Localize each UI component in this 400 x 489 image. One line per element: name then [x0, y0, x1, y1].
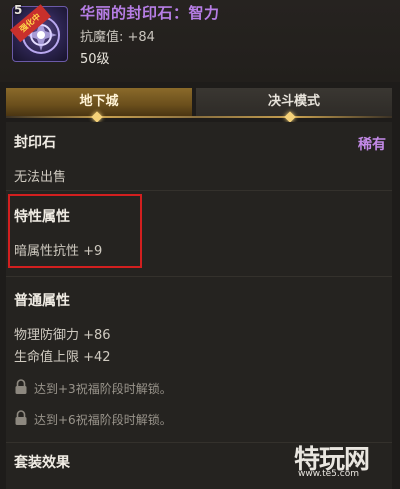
tab-underline	[6, 116, 392, 118]
lock-icon	[15, 410, 27, 425]
sell-note: 无法出售	[14, 170, 67, 185]
lock-icon	[15, 379, 27, 394]
item-header: 5 强化中 华丽的封印石：智力 抗魔值: +84 50级	[0, 0, 400, 82]
item-level-badge: 5	[14, 3, 23, 17]
tab-duel-mode[interactable]: 决斗模式	[196, 88, 392, 116]
divider	[6, 190, 392, 191]
item-category: 封印石	[14, 135, 56, 151]
normal-attributes-title: 普通属性	[14, 293, 70, 309]
set-effect-title: 套装效果	[14, 455, 70, 471]
item-main-stat: 抗魔值: +84	[80, 30, 155, 45]
special-attributes-title: 特性属性	[14, 209, 70, 225]
lock-condition-text: 达到+3祝福阶段时解锁。	[34, 382, 172, 396]
normal-attribute-line: 生命值上限 +42	[14, 350, 111, 365]
item-name: 华丽的封印石：智力	[80, 4, 220, 22]
item-rarity: 稀有	[358, 137, 386, 153]
item-level: 50级	[80, 52, 110, 67]
divider	[6, 276, 392, 277]
tab-dungeon[interactable]: 地下城	[6, 88, 192, 116]
special-attribute-line: 暗属性抗性 +9	[14, 244, 103, 259]
watermark-url: www.te5.com	[298, 469, 359, 479]
mode-tabs: 地下城 决斗模式	[0, 88, 400, 123]
normal-attribute-line: 物理防御力 +86	[14, 328, 111, 343]
lock-condition-text: 达到+6祝福阶段时解锁。	[34, 413, 172, 427]
site-watermark: 特玩网 www.te5.com	[294, 439, 390, 479]
